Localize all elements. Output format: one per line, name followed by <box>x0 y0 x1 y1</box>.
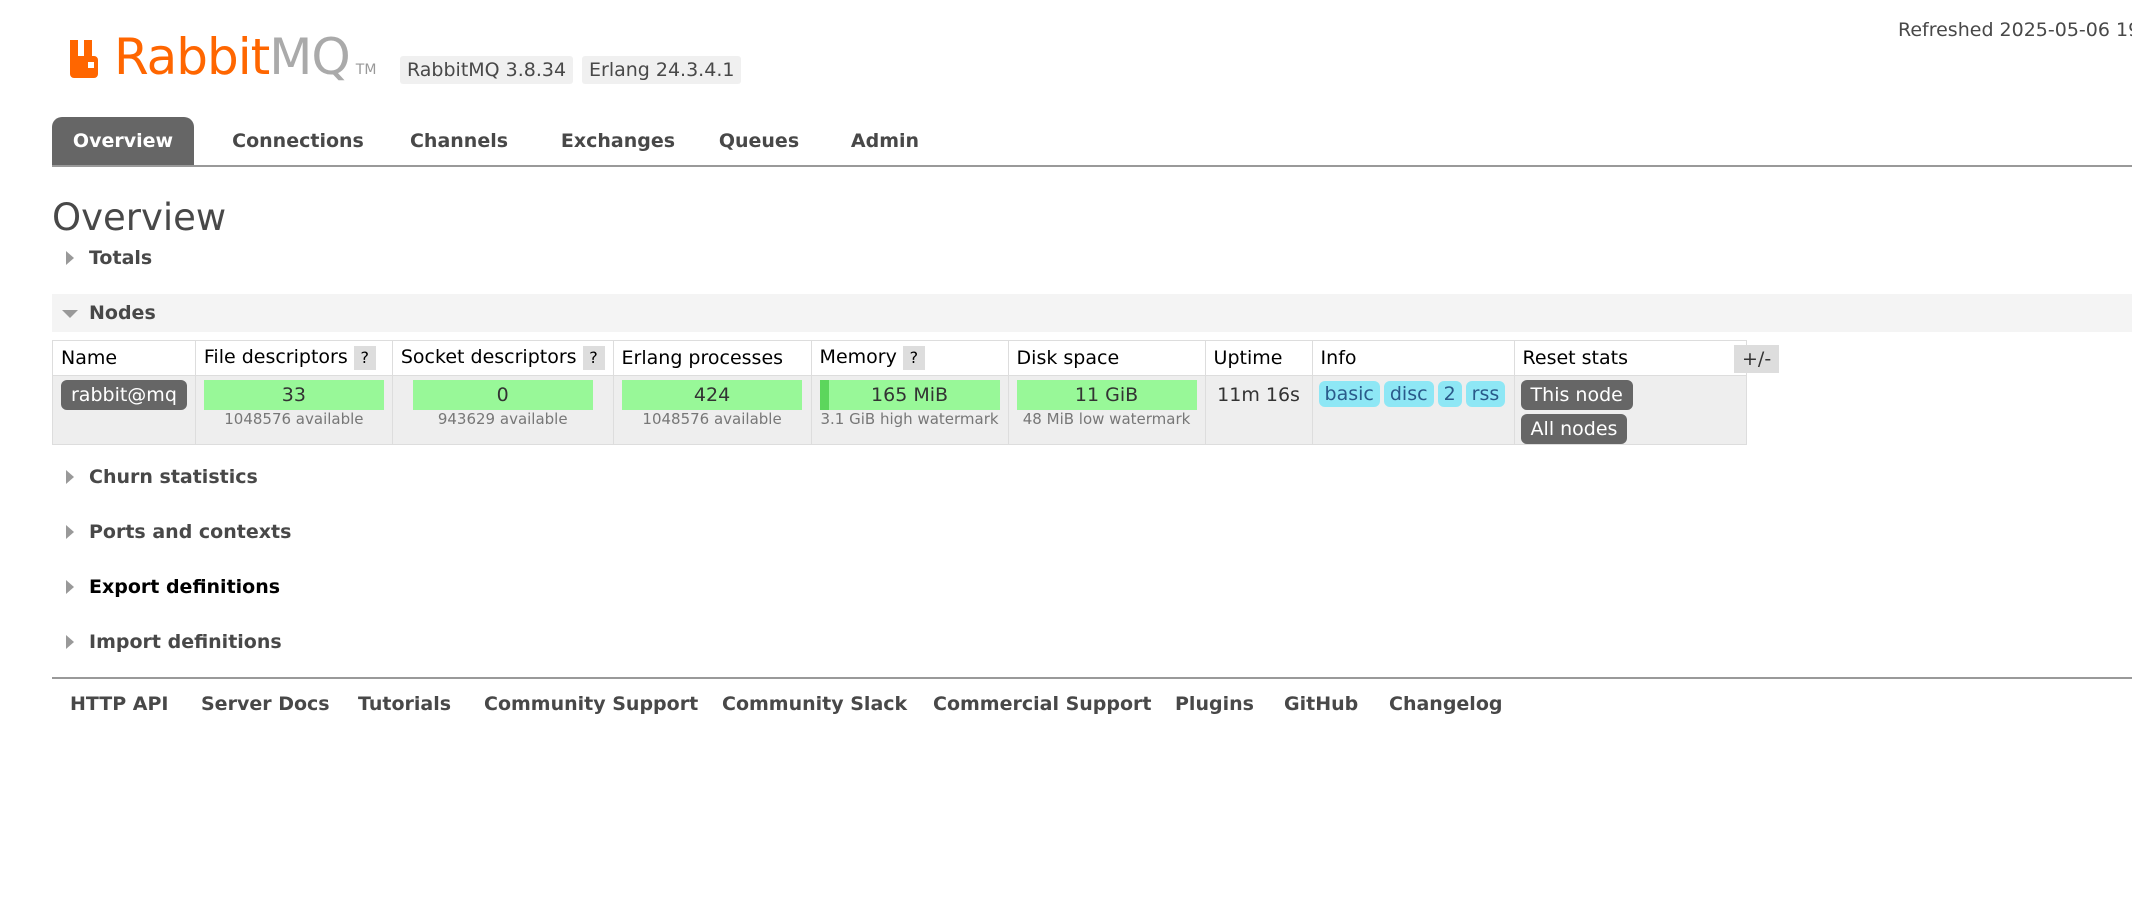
col-name: Name <box>52 340 196 376</box>
col-disk-space: Disk space <box>1007 340 1206 376</box>
footer-link-github[interactable]: GitHub <box>1284 693 1358 715</box>
tab-exchanges[interactable]: Exchanges <box>550 117 686 165</box>
section-export-definitions[interactable]: Export definitions <box>52 568 2132 606</box>
erlang-processes-bar: 424 <box>622 380 803 410</box>
erlang-processes-available: 1048576 available <box>642 410 782 428</box>
section-nodes[interactable]: Nodes <box>52 294 2132 332</box>
memory-bar-fill <box>819 380 829 410</box>
rabbitmq-version: RabbitMQ 3.8.34 <box>400 56 574 84</box>
cell-uptime: 11m 16s <box>1204 375 1313 445</box>
tab-connections[interactable]: Connections <box>218 117 378 165</box>
section-nodes-label: Nodes <box>89 302 156 324</box>
info-badge-rss: rss <box>1465 381 1506 407</box>
section-totals[interactable]: Totals <box>52 239 2132 277</box>
cell-name: rabbit@mq <box>52 375 196 445</box>
collapsed-arrow-icon <box>66 525 74 539</box>
section-churn-label: Churn statistics <box>89 466 258 488</box>
tab-overview[interactable]: Overview <box>52 117 194 165</box>
info-badge-basic: basic <box>1318 381 1380 407</box>
logo-trademark: TM <box>355 62 377 78</box>
col-uptime: Uptime <box>1204 340 1313 376</box>
expanded-arrow-icon <box>62 310 78 318</box>
logo-wordmark: RabbitMQ <box>114 28 351 86</box>
socket-descriptors-available: 943629 available <box>437 410 568 428</box>
help-icon[interactable]: ? <box>353 346 376 370</box>
cell-reset-stats: This node All nodes <box>1513 375 1747 445</box>
table-header-row: Name File descriptors? Socket descriptor… <box>52 340 1747 376</box>
col-erlang-processes: Erlang processes <box>612 340 812 376</box>
file-descriptors-bar: 33 <box>203 380 384 410</box>
info-badge-count: 2 <box>1437 381 1462 407</box>
file-descriptors-available: 1048576 available <box>224 410 364 428</box>
cell-info: basic disc 2 rss <box>1311 375 1515 445</box>
disk-space-low-watermark: 48 MiB low watermark <box>1022 410 1191 428</box>
main-nav-tabs: Overview Connections Channels Exchanges … <box>52 117 2132 167</box>
collapsed-arrow-icon <box>66 580 74 594</box>
table-row: rabbit@mq 33 1048576 available 0 943629 … <box>52 375 1747 445</box>
cell-disk-space: 11 GiB 48 MiB low watermark <box>1007 375 1206 445</box>
footer-link-tutorials[interactable]: Tutorials <box>358 693 451 715</box>
node-name-link[interactable]: rabbit@mq <box>61 380 187 410</box>
rabbitmq-logo[interactable]: RabbitMQ TM <box>68 30 376 82</box>
tab-channels[interactable]: Channels <box>399 117 519 165</box>
section-churn-statistics[interactable]: Churn statistics <box>52 458 2132 496</box>
footer-link-community-slack[interactable]: Community Slack <box>722 693 907 715</box>
tab-queues[interactable]: Queues <box>714 117 804 165</box>
nodes-table: Name File descriptors? Socket descriptor… <box>52 340 1747 445</box>
collapsed-arrow-icon <box>66 470 74 484</box>
tab-admin[interactable]: Admin <box>842 117 928 165</box>
header: RabbitMQ TM RabbitMQ 3.8.34 Erlang 24.3.… <box>0 0 2132 120</box>
section-export-label: Export definitions <box>89 576 281 598</box>
section-ports-label: Ports and contexts <box>89 521 292 543</box>
cell-erlang-processes: 424 1048576 available <box>612 375 812 445</box>
collapsed-arrow-icon <box>66 251 74 265</box>
footer-link-plugins[interactable]: Plugins <box>1175 693 1254 715</box>
refreshed-timestamp[interactable]: Refreshed 2025-05-06 19 <box>1898 19 2132 41</box>
section-import-label: Import definitions <box>89 631 282 653</box>
col-file-descriptors: File descriptors? <box>194 340 393 376</box>
memory-high-watermark: 3.1 GiB high watermark <box>820 410 999 428</box>
footer: HTTP API Server Docs Tutorials Community… <box>52 677 2132 729</box>
cell-file-descriptors: 33 1048576 available <box>194 375 393 445</box>
section-totals-label: Totals <box>89 247 153 269</box>
footer-link-commercial-support[interactable]: Commercial Support <box>933 693 1152 715</box>
help-icon[interactable]: ? <box>902 346 925 370</box>
col-info: Info <box>1311 340 1515 376</box>
disk-space-bar: 11 GiB <box>1016 380 1197 410</box>
page-title: Overview <box>52 196 227 239</box>
rabbitmq-logo-icon <box>70 40 98 78</box>
info-badge-disc: disc <box>1383 381 1434 407</box>
erlang-version: Erlang 24.3.4.1 <box>582 56 742 84</box>
footer-link-server-docs[interactable]: Server Docs <box>201 693 330 715</box>
reset-all-nodes-button[interactable]: All nodes <box>1520 414 1628 444</box>
reset-this-node-button[interactable]: This node <box>1520 380 1633 410</box>
footer-link-http-api[interactable]: HTTP API <box>70 693 169 715</box>
section-ports-and-contexts[interactable]: Ports and contexts <box>52 513 2132 551</box>
socket-descriptors-bar: 0 <box>412 380 593 410</box>
memory-bar: 165 MiB <box>819 380 1000 410</box>
section-import-definitions[interactable]: Import definitions <box>52 623 2132 661</box>
column-toggle-button[interactable]: +/- <box>1734 345 1780 373</box>
col-socket-descriptors: Socket descriptors? <box>391 340 614 376</box>
footer-link-community-support[interactable]: Community Support <box>484 693 698 715</box>
uptime-value: 11m 16s <box>1217 384 1300 406</box>
footer-link-changelog[interactable]: Changelog <box>1389 693 1502 715</box>
col-reset-stats: Reset stats <box>1513 340 1747 376</box>
collapsed-arrow-icon <box>66 635 74 649</box>
help-icon[interactable]: ? <box>582 346 605 370</box>
cell-memory: 165 MiB 3.1 GiB high watermark <box>810 375 1009 445</box>
cell-socket-descriptors: 0 943629 available <box>391 375 614 445</box>
col-memory: Memory? <box>810 340 1009 376</box>
